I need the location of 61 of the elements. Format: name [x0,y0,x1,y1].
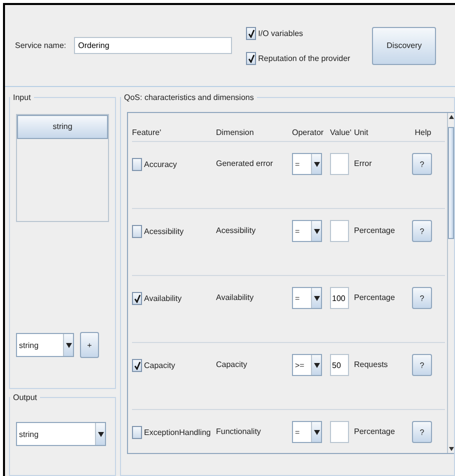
value-field[interactable] [330,153,349,175]
dropdown-arrow-icon[interactable] [314,228,320,234]
column-header: Unit [354,128,370,137]
feature-checkbox[interactable]: ExceptionHandling [132,421,214,443]
output-type-combo[interactable]: string [16,422,106,446]
dropdown-arrow-icon[interactable] [314,296,320,300]
dimension-text: Acessibility [216,225,257,237]
operator-combo[interactable]: = [292,421,322,443]
operator-combo[interactable]: = [292,287,322,309]
scroll-up-icon[interactable] [448,113,454,121]
value-field[interactable]: 50 [330,354,349,376]
checkmark-icon [134,294,140,302]
value-field[interactable]: 100 [330,287,349,309]
scroll-down-icon[interactable] [448,445,454,453]
dropdown-arrow-icon[interactable] [66,342,72,348]
output-group-title: Output [12,393,38,402]
type-combo[interactable]: string [16,333,74,357]
option-checkbox[interactable]: I/O variables [246,26,350,40]
column-header: Feature' [132,128,162,137]
operator-combo[interactable]: = [292,153,322,175]
dropdown-arrow-icon[interactable] [314,430,320,434]
checkmark-icon [248,28,255,38]
value-field[interactable] [330,421,349,443]
dimension-text: Availability [216,292,255,304]
value-field[interactable] [330,220,349,242]
column-header: Dimension [216,128,255,137]
feature-checkbox[interactable]: Capacity [132,354,214,376]
option-checkbox[interactable]: Reputation of the provider [246,52,350,64]
qos-group-title: QoS: characteristics and dimensions [123,93,255,102]
dimension-text: Functionality [216,426,262,438]
dimension-text: Generated error [216,158,274,170]
help-button[interactable]: ? [412,153,432,175]
unit-text: Error [354,158,373,170]
unit-text: Percentage [354,225,396,237]
feature-checkbox[interactable]: Availability [132,287,214,309]
column-header: Value' [330,128,352,137]
feature-checkbox[interactable]: Accuracy [132,153,214,175]
operator-combo[interactable]: >= [292,354,322,376]
add-button[interactable]: + [80,332,99,358]
input-list-item[interactable]: string [17,115,108,139]
feature-checkbox[interactable]: Acessibility [132,220,214,242]
unit-text: Requests [354,359,389,371]
dropdown-arrow-icon[interactable] [98,432,104,436]
unit-text: Percentage [354,292,396,304]
dropdown-arrow-icon[interactable] [314,162,320,166]
column-header: Operator [292,128,325,137]
dropdown-arrow-icon[interactable] [314,362,320,368]
help-button[interactable]: ? [412,354,432,376]
service-name-label: Service name: [15,41,66,50]
checkmark-icon [248,54,255,62]
help-button[interactable]: ? [412,421,432,443]
checkmark-icon [134,360,140,370]
operator-combo[interactable]: = [292,220,322,242]
unit-text: Percentage [354,426,396,438]
help-button[interactable]: ? [412,287,432,309]
column-header: Help [414,128,432,137]
help-button[interactable]: ? [412,220,432,242]
dimension-text: Capacity [216,359,248,371]
input-group-title: Input [12,93,32,102]
service-name-field[interactable]: Ordering [74,37,232,54]
discovery-button[interactable]: Discovery [372,26,436,64]
